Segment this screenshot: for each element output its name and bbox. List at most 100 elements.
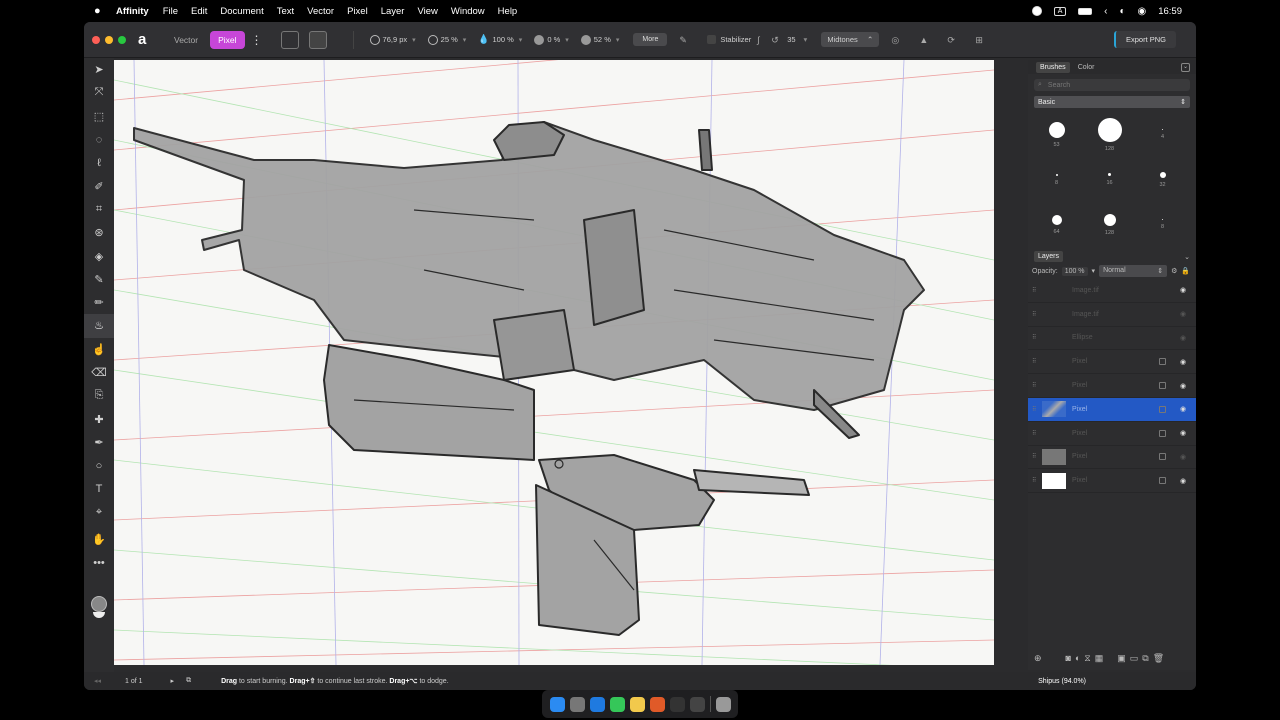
drag-handle-icon[interactable]: ⠿ [1032, 430, 1042, 437]
collapse-panel-icon[interactable]: ⌄ [1184, 253, 1190, 261]
smudge-tool-icon[interactable]: ☝ [84, 338, 114, 361]
layer-row[interactable]: ⠿ Pixel ◉ [1028, 350, 1196, 375]
tab-layers[interactable]: Layers [1034, 251, 1064, 262]
brush-category-select[interactable]: Basic ⇕ [1034, 96, 1190, 108]
primary-color-swatch[interactable] [91, 596, 107, 612]
layer-options-icon[interactable] [1159, 382, 1166, 390]
obs-app-icon[interactable] [669, 696, 685, 712]
hardness-control[interactable]: 0 % ▾ [534, 34, 569, 45]
drag-handle-icon[interactable]: ⠿ [1032, 382, 1042, 389]
brush-preset[interactable]: 4 [1136, 112, 1189, 157]
export-png-button[interactable]: Export PNG [1113, 31, 1176, 48]
record-icon[interactable] [1032, 6, 1043, 16]
tonal-range-select[interactable]: Midtones ⌃ [821, 32, 880, 47]
exposure-control[interactable]: 52 % ▾ [580, 34, 619, 45]
game-app-icon[interactable] [649, 696, 665, 712]
pixel-persona-button[interactable]: Pixel [210, 30, 245, 49]
brush-preset[interactable]: 8 [1136, 202, 1189, 247]
visibility-icon[interactable]: ◉ [1180, 405, 1190, 413]
clock[interactable]: 16:59 [1158, 6, 1182, 17]
secondary-color-swatch[interactable] [93, 612, 105, 618]
finder-app-icon[interactable] [549, 696, 565, 712]
artistic-text-icon[interactable]: T [84, 477, 114, 500]
persona-more-icon[interactable]: ⋮ [251, 33, 263, 47]
clone-tool-icon[interactable]: ⎘ [84, 384, 114, 407]
assistant-icon[interactable] [280, 30, 299, 49]
burn-tool-icon[interactable]: ♨ [84, 314, 114, 338]
visibility-icon[interactable]: ◉ [1180, 477, 1190, 485]
zoom-window-button[interactable] [118, 35, 126, 44]
chevron-down-icon[interactable]: ▾ [463, 36, 467, 44]
stabilizer-rope-icon[interactable]: ∫ [757, 35, 767, 45]
layer-row[interactable]: ⠿ Pixel ◉ [1028, 397, 1196, 422]
brush-width-control[interactable]: 76,9 px ▾ [369, 34, 416, 45]
page-view-icon[interactable]: ⧉ [186, 677, 191, 685]
document-canvas[interactable] [114, 60, 994, 665]
protect-hue-icon[interactable]: ◎ [891, 35, 901, 45]
erase-tool-icon[interactable]: ⌫ [84, 361, 114, 384]
opacity-control[interactable]: 25 % ▾ [427, 34, 467, 45]
collapse-panel-icon[interactable]: ⌄ [1181, 62, 1190, 72]
trash-icon[interactable]: 🗑 [1153, 653, 1164, 664]
menu-view[interactable]: View [417, 6, 437, 17]
affinity-app-icon[interactable] [609, 696, 625, 712]
brush-preset[interactable]: 128 [1083, 112, 1136, 157]
transform-tool-icon[interactable]: ⤧ [84, 81, 114, 104]
chevron-down-icon[interactable]: ▾ [412, 36, 416, 44]
more-button[interactable]: More [633, 33, 668, 46]
tab-brushes[interactable]: Brushes [1036, 61, 1070, 73]
menu-file[interactable]: File [163, 6, 178, 17]
battery-icon[interactable] [1078, 7, 1093, 15]
brush-preset[interactable]: 32 [1136, 157, 1189, 202]
safari-app-icon[interactable] [589, 696, 605, 712]
drag-handle-icon[interactable]: ⠿ [1032, 358, 1042, 365]
visibility-icon[interactable]: ◉ [1180, 382, 1190, 390]
brush-preset[interactable]: 16 [1083, 157, 1136, 202]
affinity-logo-icon[interactable]: a [138, 31, 158, 48]
lock-icon[interactable]: 🔒 [1181, 267, 1190, 275]
new-layer-icon[interactable]: ⊕ [1034, 653, 1042, 664]
duplicate-icon[interactable]: ⧉ [1142, 653, 1148, 664]
more-tools-icon[interactable]: ••• [84, 551, 114, 574]
burn-tool-icon[interactable]: ▲ [919, 35, 929, 45]
visibility-icon[interactable]: ◉ [1180, 429, 1190, 437]
stabilizer-checkbox[interactable] [707, 35, 717, 44]
settings-app-icon[interactable] [569, 696, 585, 712]
flow-value[interactable]: 100 % [493, 35, 514, 44]
menu-vector[interactable]: Vector [307, 6, 334, 17]
drag-handle-icon[interactable]: ⠿ [1032, 406, 1042, 413]
drag-handle-icon[interactable]: ⠿ [1032, 311, 1042, 318]
hardness-value[interactable]: 0 % [547, 35, 560, 44]
pen-pressure-icon[interactable]: ✎ [679, 35, 689, 45]
layer-options-icon[interactable] [1159, 429, 1166, 437]
page-prev-icon[interactable]: ◂◂ [94, 677, 101, 685]
move-tool-icon[interactable]: ➤ [84, 58, 114, 81]
menu-window[interactable]: Window [451, 6, 485, 17]
selection-brush-icon[interactable]: ✐ [84, 174, 114, 197]
layer-options-icon[interactable] [1159, 358, 1166, 366]
group-icon[interactable]: ▣ [1117, 653, 1126, 664]
siri-icon[interactable]: ◉ [1137, 6, 1146, 17]
layer-row[interactable]: ⠿ Ellipse ◉ [1028, 327, 1196, 351]
apple-menu-icon[interactable]: ● [94, 5, 110, 17]
exposure-value[interactable]: 52 % [594, 35, 611, 44]
layer-row[interactable]: ⠿ Image.tif ◉ [1028, 303, 1196, 327]
layer-row[interactable]: ⠿ Image.tif ◉ [1028, 279, 1196, 303]
control-center-icon[interactable]: ◐ [1119, 6, 1125, 17]
folder-icon[interactable]: ▭ [1130, 653, 1139, 664]
chevron-down-icon[interactable]: ▾ [804, 35, 808, 44]
layer-row[interactable]: ⠿ Pixel ◉ [1028, 422, 1196, 446]
fill-tool-icon[interactable]: ◈ [84, 244, 114, 267]
brush-search-input[interactable]: ⌕ Search [1034, 79, 1190, 91]
color-picker-icon[interactable]: ⌖ [84, 501, 114, 524]
app-menu[interactable]: Affinity [116, 6, 149, 17]
menu-document[interactable]: Document [220, 6, 263, 17]
vector-persona-button[interactable]: Vector [166, 31, 206, 49]
layer-row[interactable]: ⠿ Pixel ◉ [1028, 374, 1196, 398]
menu-text[interactable]: Text [277, 6, 294, 17]
sync-icon[interactable]: ⟳ [947, 35, 957, 45]
brush-preset[interactable]: 128 [1083, 202, 1136, 247]
stabilizer-window-icon[interactable]: ↺ [771, 35, 781, 45]
menu-pixel[interactable]: Pixel [347, 6, 368, 17]
opacity-value[interactable]: 25 % [441, 35, 458, 44]
